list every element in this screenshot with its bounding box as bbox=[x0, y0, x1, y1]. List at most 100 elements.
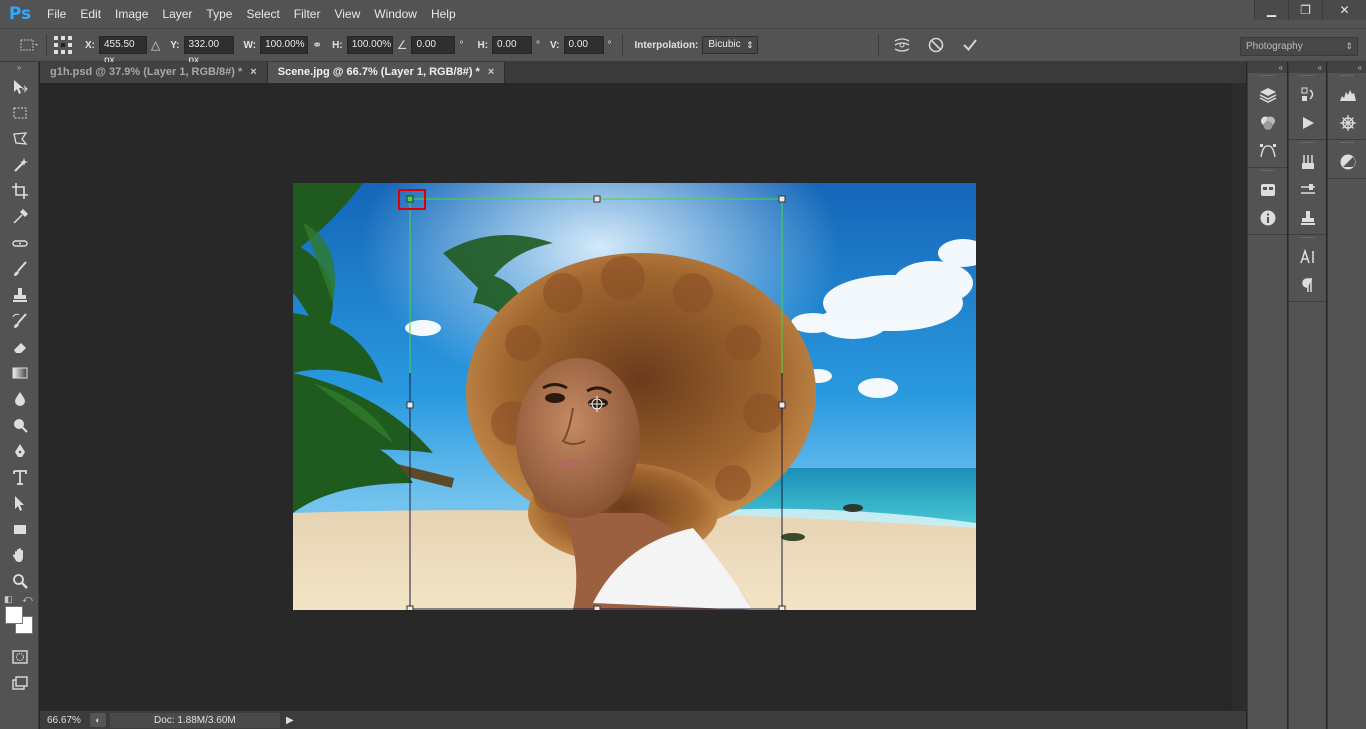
document-canvas[interactable] bbox=[293, 183, 976, 610]
workspace-select[interactable]: Photography ⇕ bbox=[1240, 37, 1358, 56]
transform-bounding-box[interactable] bbox=[293, 183, 976, 610]
document-profile-icon[interactable]: ◐ bbox=[90, 713, 106, 727]
eyedropper-tool[interactable] bbox=[0, 204, 39, 230]
menu-filter[interactable]: Filter bbox=[287, 0, 328, 28]
relative-position-icon[interactable]: △ bbox=[151, 38, 160, 52]
menu-help[interactable]: Help bbox=[424, 0, 463, 28]
brush-tool[interactable] bbox=[0, 256, 39, 282]
history-brush-tool[interactable] bbox=[0, 308, 39, 334]
clone-source-panel-button[interactable] bbox=[1289, 204, 1327, 232]
move-tool[interactable] bbox=[0, 74, 39, 100]
transform-handle-bottom-right[interactable] bbox=[778, 605, 786, 610]
history-panel-button[interactable] bbox=[1289, 81, 1327, 109]
foreground-color-swatch[interactable] bbox=[5, 606, 23, 624]
transform-handle-left[interactable] bbox=[406, 401, 414, 409]
healing-brush-tool[interactable] bbox=[0, 230, 39, 256]
panel-grip[interactable]: ⋯⋯ bbox=[1328, 140, 1366, 148]
y-input[interactable]: 332.00 px bbox=[183, 36, 234, 66]
paths-panel-button[interactable] bbox=[1248, 137, 1288, 165]
menu-layer[interactable]: Layer bbox=[155, 0, 199, 28]
actions-panel-button[interactable] bbox=[1289, 109, 1327, 137]
eraser-tool[interactable] bbox=[0, 334, 39, 360]
menu-window[interactable]: Window bbox=[367, 0, 424, 28]
panel-grip[interactable]: ⋯⋯ bbox=[1248, 73, 1287, 81]
properties-panel-button[interactable] bbox=[1248, 176, 1288, 204]
path-selection-tool[interactable] bbox=[0, 490, 39, 516]
tab-g1h-psd[interactable]: g1h.psd @ 37.9% (Layer 1, RGB/8#) * × bbox=[40, 62, 268, 83]
interpolation-select[interactable]: Bicubic ⇕ bbox=[702, 36, 758, 54]
pen-tool[interactable] bbox=[0, 438, 39, 464]
menu-file[interactable]: File bbox=[40, 0, 73, 28]
zoom-tool[interactable] bbox=[0, 568, 39, 594]
transform-handle-bottom[interactable] bbox=[593, 605, 601, 610]
transform-handle-top[interactable] bbox=[593, 195, 601, 203]
character-panel-button[interactable] bbox=[1289, 243, 1327, 271]
close-tab-icon[interactable]: × bbox=[250, 66, 256, 78]
collapse-dock-icon[interactable]: « bbox=[1328, 62, 1366, 73]
collapse-dock-icon[interactable]: « bbox=[1248, 62, 1287, 73]
vertical-scrollbar[interactable] bbox=[1230, 83, 1246, 710]
magic-wand-tool[interactable] bbox=[0, 152, 39, 178]
dodge-tool[interactable] bbox=[0, 412, 39, 438]
adjustments-panel-button[interactable] bbox=[1328, 148, 1366, 176]
navigator-panel-button[interactable] bbox=[1328, 109, 1366, 137]
link-icon[interactable]: ⚭ bbox=[312, 38, 322, 52]
rotate-input[interactable]: 0.00 bbox=[411, 36, 456, 54]
x-input[interactable]: 455.50 px bbox=[99, 36, 147, 66]
lasso-tool[interactable] bbox=[0, 126, 39, 152]
collapse-toolbar-icon[interactable]: » bbox=[0, 62, 38, 74]
histogram-panel-button[interactable] bbox=[1328, 81, 1366, 109]
width-input[interactable]: 100.00% bbox=[260, 36, 309, 54]
panel-grip[interactable]: ⋯⋯ bbox=[1289, 235, 1326, 243]
h-skew-input[interactable]: 0.00 bbox=[492, 36, 533, 54]
tool-presets-panel-button[interactable] bbox=[1289, 176, 1327, 204]
tool-preset-picker[interactable] bbox=[18, 37, 40, 53]
info-panel-button[interactable] bbox=[1248, 204, 1288, 232]
menu-view[interactable]: View bbox=[327, 0, 367, 28]
close-tab-icon[interactable]: × bbox=[488, 66, 494, 78]
height-input[interactable]: 100.00% bbox=[346, 36, 393, 54]
transform-handle-bottom-left[interactable] bbox=[406, 605, 414, 610]
panel-grip[interactable]: ⋯⋯ bbox=[1328, 73, 1366, 81]
minimize-button[interactable]: ▁ bbox=[1254, 0, 1288, 20]
collapse-dock-icon[interactable]: « bbox=[1289, 62, 1326, 73]
screen-mode-button[interactable] bbox=[0, 670, 39, 696]
v-skew-input[interactable]: 0.00 bbox=[563, 36, 604, 54]
panel-grip[interactable]: ⋯⋯ bbox=[1248, 168, 1287, 176]
zoom-level[interactable]: 66.67% bbox=[40, 715, 90, 726]
menu-edit[interactable]: Edit bbox=[73, 0, 108, 28]
warp-mode-button[interactable] bbox=[893, 36, 911, 54]
reference-point-crosshair[interactable] bbox=[589, 396, 605, 412]
hand-tool[interactable] bbox=[0, 542, 39, 568]
swap-colors-icon[interactable]: ⤺ bbox=[22, 594, 33, 605]
clone-stamp-tool[interactable] bbox=[0, 282, 39, 308]
menu-select[interactable]: Select bbox=[239, 0, 286, 28]
default-colors-icon[interactable]: ◧ bbox=[4, 594, 13, 605]
cancel-transform-button[interactable] bbox=[927, 36, 945, 54]
blur-tool[interactable] bbox=[0, 386, 39, 412]
menu-type[interactable]: Type bbox=[199, 0, 239, 28]
type-tool[interactable] bbox=[0, 464, 39, 490]
brush-presets-panel-button[interactable] bbox=[1289, 148, 1327, 176]
close-button[interactable]: ✕ bbox=[1322, 0, 1366, 20]
marquee-tool[interactable] bbox=[0, 100, 39, 126]
tab-scene-jpg[interactable]: Scene.jpg @ 66.7% (Layer 1, RGB/8#) * × bbox=[267, 62, 506, 83]
quick-mask-button[interactable] bbox=[0, 644, 39, 670]
restore-button[interactable]: ❐ bbox=[1288, 0, 1322, 20]
transform-handle-top-right[interactable] bbox=[778, 195, 786, 203]
crop-tool[interactable] bbox=[0, 178, 39, 204]
layers-panel-button[interactable] bbox=[1248, 81, 1288, 109]
canvas-area[interactable] bbox=[40, 83, 1230, 710]
menu-image[interactable]: Image bbox=[108, 0, 155, 28]
transform-handle-right[interactable] bbox=[778, 401, 786, 409]
paragraph-panel-button[interactable] bbox=[1289, 271, 1327, 299]
channels-panel-button[interactable] bbox=[1248, 109, 1288, 137]
reference-point-locator[interactable] bbox=[53, 35, 73, 55]
panel-grip[interactable]: ⋯⋯ bbox=[1289, 140, 1326, 148]
commit-transform-button[interactable] bbox=[961, 36, 979, 54]
transform-handle-top-left[interactable] bbox=[406, 195, 414, 203]
gradient-tool[interactable] bbox=[0, 360, 39, 386]
panel-grip[interactable]: ⋯⋯ bbox=[1289, 73, 1326, 81]
status-menu-arrow-icon[interactable]: ▶ bbox=[286, 715, 294, 726]
rectangle-tool[interactable] bbox=[0, 516, 39, 542]
